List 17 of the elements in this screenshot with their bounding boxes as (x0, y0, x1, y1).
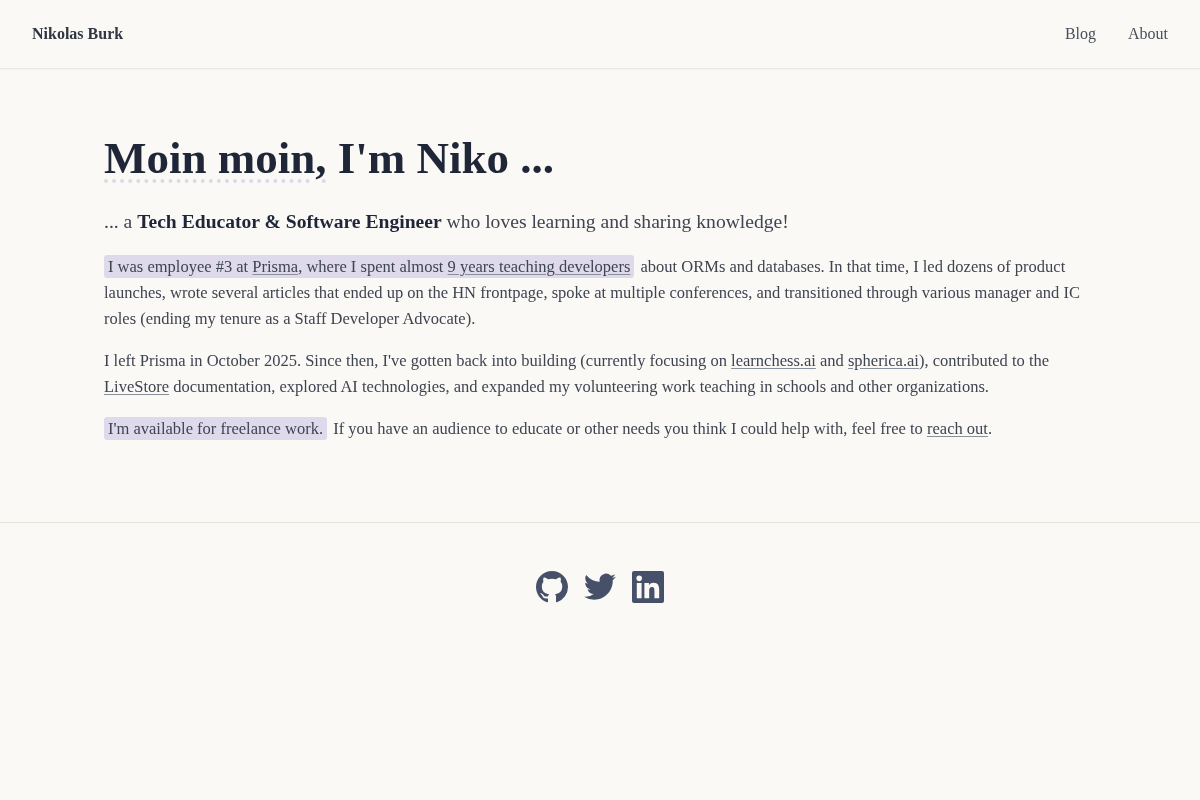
text-link[interactable]: Prisma (252, 257, 299, 276)
text-link[interactable]: learnchess.ai (731, 351, 816, 370)
site-title-link[interactable]: Nikolas Burk (32, 25, 124, 43)
linkedin-icon[interactable] (632, 571, 664, 603)
text-link[interactable]: reach out (927, 419, 988, 438)
text-link[interactable]: 9 years teaching developers (447, 257, 631, 276)
nav-link[interactable]: About (1128, 25, 1168, 43)
subtitle-text: ... a Tech Educator & Software Engineer who loves learning and sharing knowledge! (104, 210, 790, 234)
paragraph: I'm available for freelance work. If you have an audience to educate or other needs you think I could help with, feel free to reach out. (104, 416, 1096, 442)
text-link[interactable]: LiveStore (104, 377, 170, 396)
paragraph: I left Prisma in October 2025. Since then, I've gotten back into building (currently focusing on learnchess.ai and spherica.ai), contributed to the LiveStore documentation, explored AI technologies, and expanded my volunteering work teaching in schools and other organizations. (104, 350, 1051, 398)
paragraph: I was employee #3 at Prisma, where I spent almost 9 years teaching developers about ORMs and databases. In that time, I led dozens of product launches, wrote several articles that ended up on the HN frontpage, spoke at multiple conferences, and transitioned through various manager and IC roles (ending my tenure as a Staff Developer Advocate). (104, 254, 1081, 330)
text-link[interactable]: spherica.ai (847, 351, 919, 370)
github-icon[interactable] (536, 571, 568, 603)
twitter-bird-icon[interactable] (584, 571, 616, 603)
nav-link[interactable]: Blog (1064, 25, 1096, 43)
page-heading: Moin moin, I'm Niko ... (104, 132, 556, 185)
